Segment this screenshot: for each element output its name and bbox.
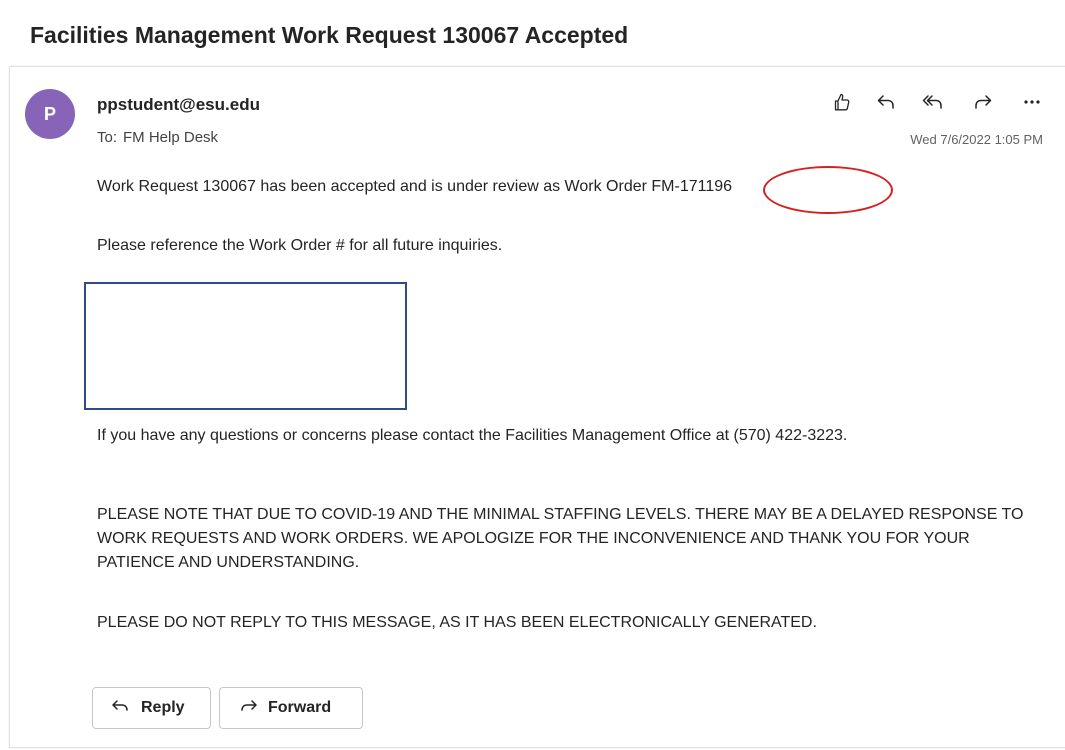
forward-button-label: Forward (268, 699, 332, 716)
body-line-no-reply: PLEASE DO NOT REPLY TO THIS MESSAGE, AS … (97, 614, 817, 631)
sender-email[interactable]: ppstudent@esu.edu (97, 95, 260, 115)
like-icon[interactable] (828, 90, 856, 114)
body-line-work-request: Work Request 130067 has been accepted an… (97, 175, 732, 199)
reply-icon[interactable] (872, 90, 900, 114)
reply-button-label: Reply (141, 699, 185, 716)
body-line-reference: Please reference the Work Order # for al… (97, 237, 503, 254)
body-line-covid-notice: PLEASE NOTE THAT DUE TO COVID-19 AND THE… (97, 506, 1024, 571)
message-actions (820, 90, 1052, 114)
sender-avatar[interactable]: P (25, 89, 75, 139)
reply-icon (111, 698, 131, 719)
forward-button[interactable]: Forward (219, 687, 363, 729)
more-icon[interactable] (1018, 90, 1046, 114)
recipient-name[interactable]: FM Help Desk (123, 129, 218, 146)
reply-button[interactable]: Reply (92, 687, 211, 729)
recipient-line: To: FM Help Desk (97, 129, 224, 146)
work-request-text: Work Request 130067 has been accepted an… (97, 178, 652, 195)
email-subject: Facilities Management Work Request 13006… (30, 22, 629, 48)
work-order-number: FM-171196 (651, 178, 733, 195)
forward-icon[interactable] (969, 90, 997, 114)
message-date: Wed 7/6/2022 1:05 PM (910, 132, 1043, 147)
reply-all-icon[interactable] (919, 90, 947, 114)
forward-icon (238, 698, 258, 719)
embedded-image-placeholder (84, 282, 407, 410)
to-label: To: (97, 129, 118, 146)
body-line-contact: If you have any questions or concerns pl… (97, 427, 848, 444)
